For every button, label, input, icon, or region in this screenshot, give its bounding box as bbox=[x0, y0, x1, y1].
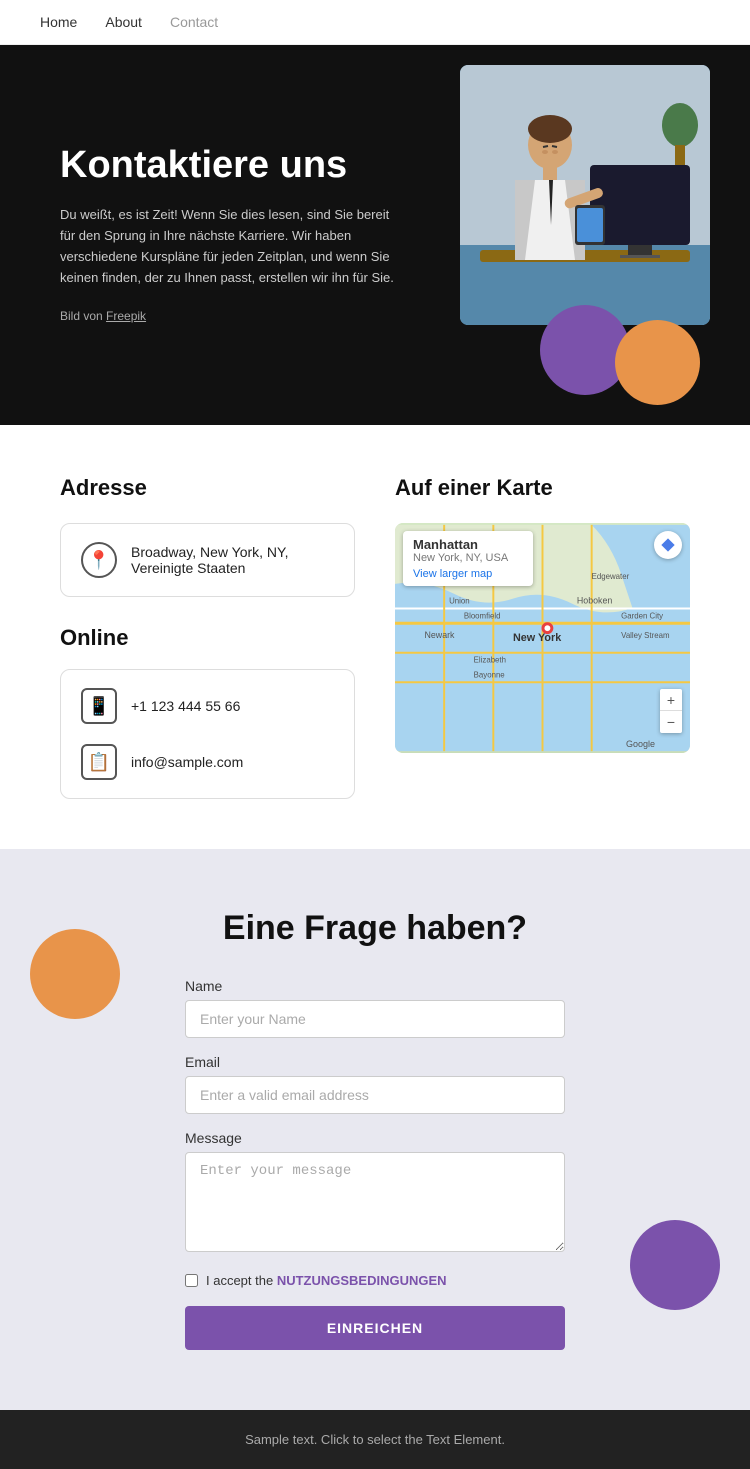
navigation: Home About Contact bbox=[0, 0, 750, 45]
zoom-in-button[interactable]: + bbox=[660, 689, 682, 711]
message-label: Message bbox=[185, 1130, 565, 1146]
footer-text: Sample text. Click to select the Text El… bbox=[245, 1432, 505, 1447]
directions-button[interactable] bbox=[654, 531, 682, 559]
phone-number: +1 123 444 55 66 bbox=[131, 698, 240, 714]
name-group: Name bbox=[185, 978, 565, 1038]
email-group: Email bbox=[185, 1054, 565, 1114]
svg-text:New York: New York bbox=[513, 632, 562, 644]
hero-image-area bbox=[430, 45, 750, 425]
email-icon: 📋 bbox=[81, 744, 117, 780]
hero-section: Kontaktiere uns Du weißt, es ist Zeit! W… bbox=[0, 45, 750, 425]
terms-text: I accept the NUTZUNGSBEDINGUNGEN bbox=[206, 1273, 447, 1288]
email-input[interactable] bbox=[185, 1076, 565, 1114]
address-text: Broadway, New York, NY, Vereinigte Staat… bbox=[131, 544, 334, 576]
email-address: info@sample.com bbox=[131, 754, 243, 770]
svg-text:Hoboken: Hoboken bbox=[577, 596, 612, 606]
form-section: Eine Frage haben? Name Email Message I a… bbox=[0, 849, 750, 1410]
svg-text:Garden City: Garden City bbox=[621, 611, 663, 620]
map-place-name: Manhattan bbox=[413, 537, 523, 552]
address-card: 📍 Broadway, New York, NY, Vereinigte Sta… bbox=[60, 523, 355, 597]
map-place-sub: New York, NY, USA bbox=[413, 552, 523, 564]
freepik-link[interactable]: Freepik bbox=[106, 309, 146, 323]
map-placeholder: New York Newark Union Montclair Bloomfie… bbox=[395, 523, 690, 753]
svg-text:Elizabeth: Elizabeth bbox=[474, 656, 506, 665]
message-textarea[interactable] bbox=[185, 1152, 565, 1252]
svg-text:Newark: Newark bbox=[425, 630, 456, 640]
hero-credit: Bild von Freepik bbox=[60, 307, 400, 326]
name-label: Name bbox=[185, 978, 565, 994]
contact-left-col: Adresse 📍 Broadway, New York, NY, Verein… bbox=[60, 475, 355, 799]
svg-text:Union: Union bbox=[449, 597, 470, 606]
form-section-title: Eine Frage haben? bbox=[40, 909, 710, 948]
phone-item: 📱 +1 123 444 55 66 bbox=[81, 688, 334, 724]
contact-info-section: Adresse 📍 Broadway, New York, NY, Verein… bbox=[0, 425, 750, 849]
footer: Sample text. Click to select the Text El… bbox=[0, 1410, 750, 1469]
map-container[interactable]: New York Newark Union Montclair Bloomfie… bbox=[395, 523, 690, 753]
nav-home[interactable]: Home bbox=[40, 14, 77, 30]
address-section-title: Adresse bbox=[60, 475, 355, 501]
svg-text:Edgewater: Edgewater bbox=[592, 572, 630, 581]
hero-text-block: Kontaktiere uns Du weißt, es ist Zeit! W… bbox=[60, 144, 400, 325]
location-icon: 📍 bbox=[81, 542, 117, 578]
terms-row: I accept the NUTZUNGSBEDINGUNGEN bbox=[185, 1273, 565, 1288]
map-section-title: Auf einer Karte bbox=[395, 475, 690, 501]
view-larger-link[interactable]: View larger map bbox=[413, 568, 523, 580]
email-item: 📋 info@sample.com bbox=[81, 744, 334, 780]
map-label: Manhattan New York, NY, USA View larger … bbox=[403, 531, 533, 586]
message-group: Message bbox=[185, 1130, 565, 1257]
hero-circle-orange bbox=[615, 320, 700, 405]
svg-text:Bayonne: Bayonne bbox=[474, 670, 506, 679]
map-zoom-controls: + − bbox=[660, 689, 682, 733]
contact-right-col: Auf einer Karte bbox=[395, 475, 690, 799]
terms-checkbox[interactable] bbox=[185, 1274, 198, 1287]
map-watermark: Google bbox=[626, 739, 655, 749]
terms-link[interactable]: NUTZUNGSBEDINGUNGEN bbox=[277, 1273, 447, 1288]
nav-contact[interactable]: Contact bbox=[170, 14, 218, 30]
submit-button[interactable]: EINREICHEN bbox=[185, 1306, 565, 1350]
phone-icon: 📱 bbox=[81, 688, 117, 724]
contact-form: Name Email Message I accept the NUTZUNGS… bbox=[185, 978, 565, 1350]
hero-photo bbox=[460, 65, 710, 325]
form-circle-orange bbox=[30, 929, 120, 1019]
hero-title: Kontaktiere uns bbox=[60, 144, 400, 187]
nav-about[interactable]: About bbox=[105, 14, 142, 30]
hero-illustration bbox=[460, 65, 710, 325]
hero-body: Du weißt, es ist Zeit! Wenn Sie dies les… bbox=[60, 205, 400, 288]
svg-text:Valley Stream: Valley Stream bbox=[621, 631, 670, 640]
online-card: 📱 +1 123 444 55 66 📋 info@sample.com bbox=[60, 669, 355, 799]
form-circle-purple bbox=[630, 1220, 720, 1310]
online-section-title: Online bbox=[60, 625, 355, 651]
name-input[interactable] bbox=[185, 1000, 565, 1038]
svg-text:Bloomfield: Bloomfield bbox=[464, 611, 501, 620]
zoom-out-button[interactable]: − bbox=[660, 711, 682, 733]
email-label: Email bbox=[185, 1054, 565, 1070]
